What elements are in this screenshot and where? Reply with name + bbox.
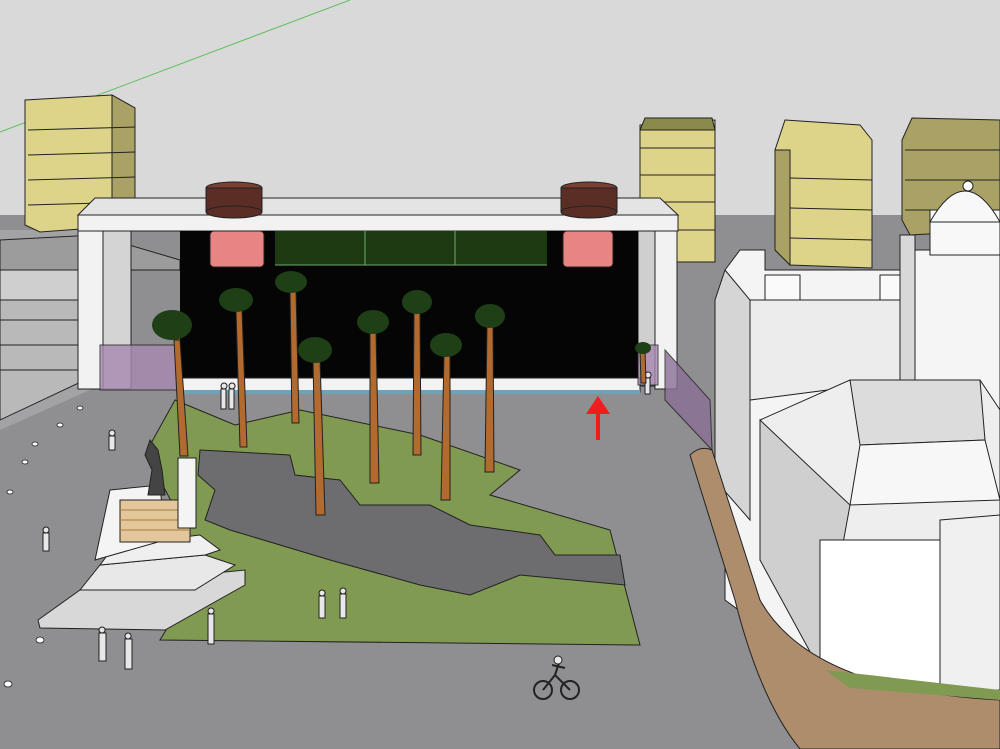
pedestrian-icon [318,589,326,619]
pedestrian-icon [108,429,116,451]
chimney-left [205,181,263,219]
pedestrian-icon [220,382,228,410]
glass-panel-left [99,344,181,391]
pedestrian-icon [339,587,347,619]
lantern-right [562,230,614,268]
pedestrian-icon [228,382,236,410]
architectural-3d-scene [0,0,1000,749]
chimney-right [560,181,618,219]
pedestrian-icon [42,526,50,552]
pedestrian-icon [207,607,215,645]
lantern-left [209,230,265,268]
tower-right-1 [774,119,873,269]
